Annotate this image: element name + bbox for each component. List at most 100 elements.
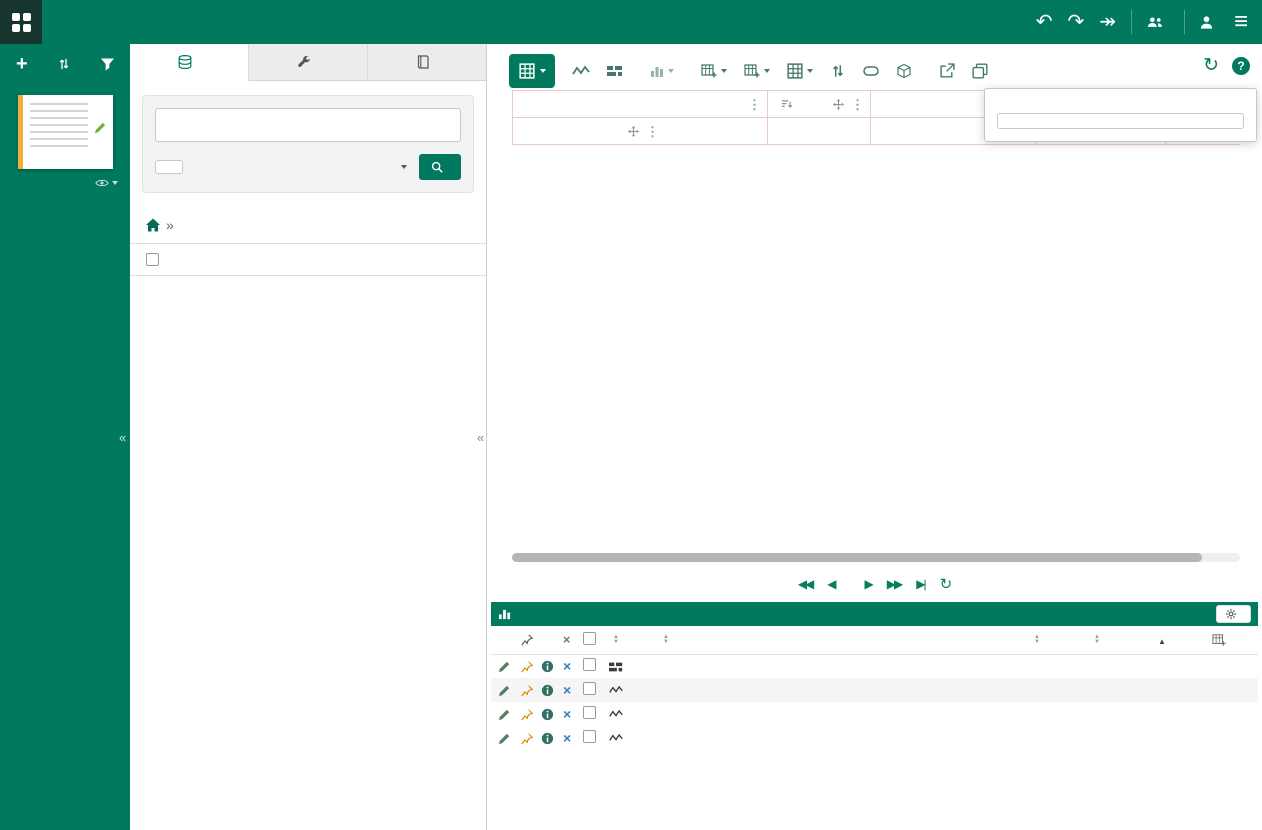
color-swatch[interactable]: [1030, 658, 1043, 671]
home-icon[interactable]: [146, 218, 160, 232]
select-all-checkbox[interactable]: [146, 253, 159, 266]
step-forward-full-icon[interactable]: ▶▶: [887, 578, 901, 590]
bar-chart-icon[interactable]: [650, 64, 674, 78]
table-settings-icon[interactable]: [787, 63, 813, 79]
go-to-now-icon[interactable]: ▶|: [916, 578, 924, 590]
pin-icon[interactable]: [521, 661, 533, 673]
row-checkbox[interactable]: [583, 706, 596, 719]
edit-icon[interactable]: [498, 732, 511, 745]
search-input[interactable]: [155, 108, 461, 142]
details-row[interactable]: ×: [491, 654, 1258, 678]
assets-column-header[interactable]: ▲▼: [1090, 626, 1154, 654]
worksheet-options-caret[interactable]: [112, 181, 118, 185]
column-menu-icon[interactable]: ⋮: [646, 125, 659, 138]
edit-icon[interactable]: [498, 684, 511, 697]
rename-worksheet-icon[interactable]: [94, 121, 107, 134]
edit-icon[interactable]: [498, 708, 511, 721]
undo-icon[interactable]: ↶: [1036, 12, 1053, 32]
search-button[interactable]: [419, 154, 461, 180]
color-swatch[interactable]: [1030, 706, 1043, 719]
assets-column-header[interactable]: ⋮: [768, 91, 871, 118]
people-icon: [1147, 14, 1163, 30]
workbench-home-button[interactable]: [0, 0, 42, 44]
remove-icon[interactable]: ×: [563, 706, 571, 722]
details-row[interactable]: ×: [491, 678, 1258, 702]
move-column-icon[interactable]: [833, 99, 844, 110]
unit-of-measure-header[interactable]: ⋮: [513, 118, 768, 145]
color-swatch[interactable]: [1030, 730, 1043, 743]
step-back-full-icon[interactable]: ◀◀: [798, 578, 812, 590]
info-icon[interactable]: [541, 708, 554, 721]
remove-icon[interactable]: ×: [563, 730, 571, 746]
table-grid-icon[interactable]: [1212, 633, 1226, 647]
pin-icon[interactable]: [521, 733, 533, 745]
table-columns-icon[interactable]: [701, 63, 727, 79]
worksheet-thumbnail[interactable]: [18, 95, 113, 169]
info-icon[interactable]: [541, 660, 554, 673]
row-checkbox[interactable]: [583, 730, 596, 743]
redo-icon[interactable]: ↷: [1067, 12, 1084, 32]
user-menu-button[interactable]: [1200, 16, 1219, 29]
new-worksheet-button[interactable]: +: [16, 54, 28, 74]
info-icon[interactable]: [541, 732, 554, 745]
table-view-button[interactable]: [509, 54, 555, 88]
capsule-time-icon[interactable]: [607, 63, 623, 79]
unit-label: [633, 654, 659, 678]
grid-options-header[interactable]: [1212, 626, 1258, 654]
tab-journal[interactable]: [368, 44, 486, 81]
refresh-icon[interactable]: ↻: [1203, 56, 1219, 75]
view-worksheet-icon[interactable]: [95, 176, 109, 190]
customize-button[interactable]: [1216, 605, 1251, 623]
column-menu-icon[interactable]: ⋮: [748, 98, 761, 111]
reorder-worksheets-icon[interactable]: [57, 57, 71, 71]
scrollbar-thumb[interactable]: [512, 553, 1202, 562]
present-icon[interactable]: ↠: [1099, 12, 1116, 32]
lane-column-header[interactable]: ▲: [1154, 626, 1212, 654]
pin-icon[interactable]: [521, 709, 533, 721]
divider: [1131, 10, 1132, 34]
copy-icon[interactable]: [972, 63, 988, 79]
capsule-icon[interactable]: [863, 63, 879, 79]
pin-column-header[interactable]: [521, 626, 541, 654]
capsule-column-header[interactable]: ⋮: [513, 91, 768, 118]
pin-icon[interactable]: [521, 685, 533, 697]
selectall-column-header[interactable]: [583, 626, 609, 654]
sort-table-icon[interactable]: [830, 63, 846, 79]
remove-icon[interactable]: ×: [563, 658, 571, 674]
table-rows-icon[interactable]: [744, 63, 770, 79]
horizontal-scrollbar[interactable]: [512, 553, 1240, 562]
remove-column-header[interactable]: ×: [563, 626, 583, 654]
share-button[interactable]: [1147, 14, 1169, 30]
row-checkbox[interactable]: [583, 682, 596, 695]
asset-3d-cube-icon[interactable]: [896, 63, 912, 79]
advanced-toggle[interactable]: [396, 165, 407, 169]
export-icon[interactable]: [939, 63, 955, 79]
hamburger-menu-icon[interactable]: ≡: [1234, 10, 1248, 34]
sort-column-icon[interactable]: [781, 99, 792, 110]
collapse-panel-handle[interactable]: «: [477, 430, 484, 445]
color-swatch[interactable]: [1030, 682, 1043, 695]
trend-view-icon[interactable]: [572, 62, 590, 80]
lane-number: [1154, 702, 1212, 726]
info-icon[interactable]: [541, 684, 554, 697]
color-column-header[interactable]: ▲▼: [1030, 626, 1090, 654]
column-menu-icon[interactable]: ⋮: [851, 98, 864, 111]
help-icon[interactable]: ?: [1232, 57, 1250, 75]
tab-tools[interactable]: [249, 44, 368, 81]
step-back-icon[interactable]: ◀: [827, 578, 834, 590]
name-column-header[interactable]: ▲▼: [659, 626, 1030, 654]
details-row[interactable]: ×: [491, 702, 1258, 726]
tab-data[interactable]: [130, 44, 249, 81]
row-checkbox[interactable]: [583, 658, 596, 671]
filter-worksheets-icon[interactable]: [101, 58, 114, 71]
step-forward-icon[interactable]: ▶: [865, 578, 872, 590]
auto-update-icon[interactable]: ↻: [940, 577, 953, 592]
remove-icon[interactable]: ×: [563, 682, 571, 698]
sort-column-header[interactable]: ▲▼: [609, 626, 633, 654]
collapse-rail-handle[interactable]: «: [119, 430, 126, 445]
edit-icon[interactable]: [498, 660, 511, 673]
move-column-icon[interactable]: [628, 126, 639, 137]
details-row[interactable]: ×: [491, 726, 1258, 750]
refresh-table-button[interactable]: [997, 113, 1244, 129]
reset-button[interactable]: [155, 160, 183, 174]
